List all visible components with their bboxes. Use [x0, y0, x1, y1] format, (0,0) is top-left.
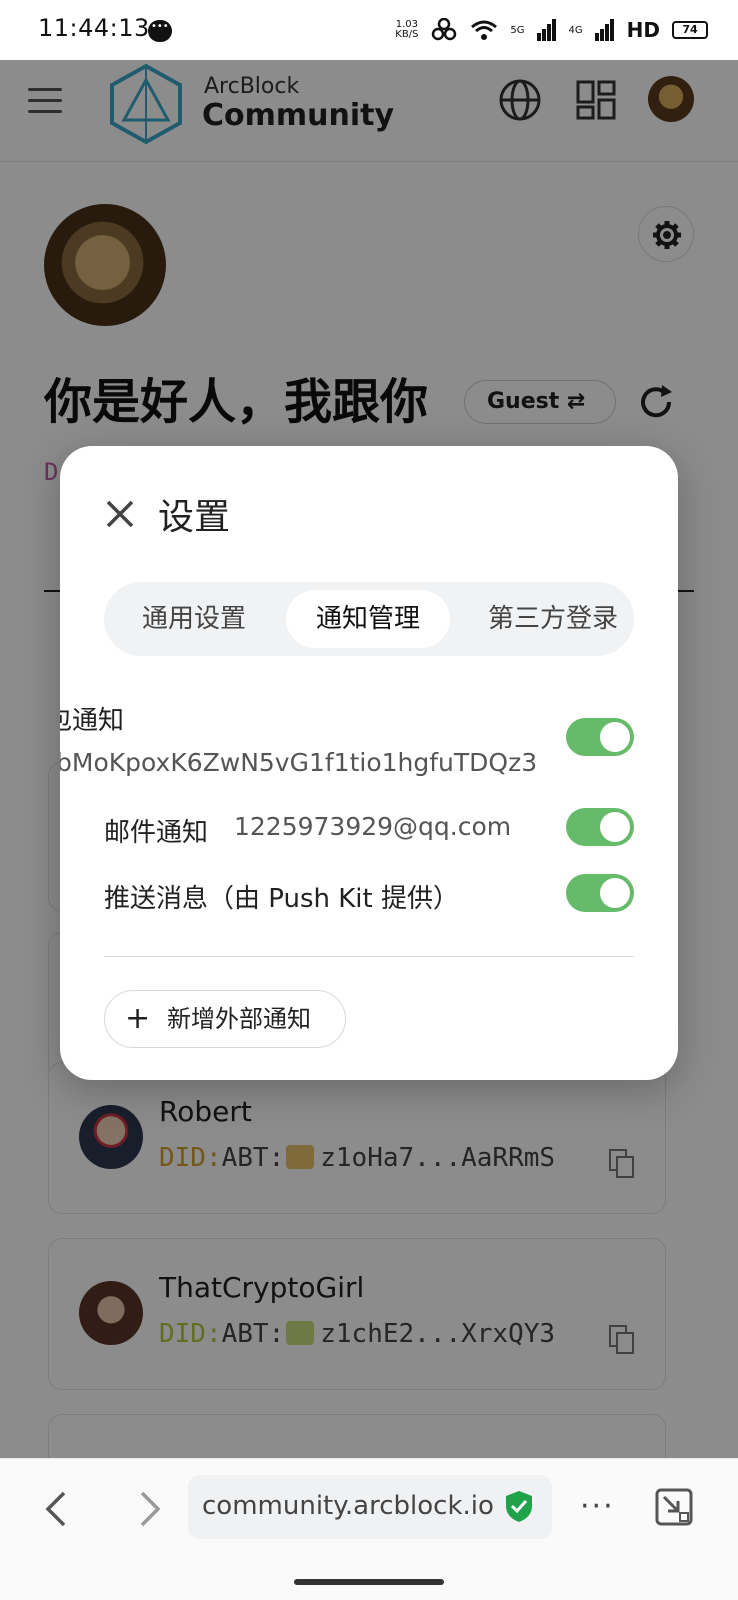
tab-general[interactable]: 通用设置 — [142, 582, 246, 656]
wallet-notification-toggle[interactable] — [566, 718, 634, 756]
signal-5g-label: 5G — [510, 24, 525, 36]
tab-notifications[interactable]: 通知管理 — [286, 590, 451, 648]
address-bar[interactable]: community.arcblock.io — [188, 1475, 552, 1539]
signal-bars-icon-2 — [594, 19, 614, 41]
hd-label: HD — [626, 18, 660, 42]
email-notification-label: 邮件通知 — [104, 818, 209, 848]
push-notification-toggle[interactable] — [566, 874, 634, 912]
more-options-icon[interactable]: ··· — [580, 1489, 615, 1524]
wallet-address: bMoKpoxK6ZwN5vG1f1tio1hgfuTDQz3 — [60, 748, 538, 777]
email-address: 1225973929@qq.com — [234, 812, 512, 841]
back-icon[interactable] — [42, 1489, 72, 1529]
push-notification-label: 推送消息（由 Push Kit 提供） — [104, 884, 459, 914]
divider — [104, 956, 634, 957]
add-external-notification-button[interactable]: + 新增外部通知 — [104, 990, 346, 1048]
hotspot-icon — [432, 18, 457, 41]
signal-4g-label: 4G — [568, 24, 583, 36]
settings-tabs: 通用设置 通知管理 第三方登录 — [104, 582, 634, 656]
minimize-window-icon[interactable] — [654, 1487, 694, 1527]
battery-icon: 74 — [672, 21, 708, 39]
status-time: 11:44:13 — [38, 14, 150, 42]
plus-icon: + — [125, 1001, 151, 1036]
wifi-icon — [471, 20, 498, 40]
home-indicator — [294, 1579, 444, 1585]
tab-third-party-login[interactable]: 第三方登录 — [488, 582, 618, 656]
wallet-notification-label: 包通知 — [60, 706, 125, 736]
chat-notification-icon — [148, 20, 172, 42]
signal-bars-icon — [536, 19, 556, 41]
close-icon[interactable] — [102, 496, 138, 532]
browser-toolbar: community.arcblock.io ··· — [0, 1458, 738, 1600]
add-button-label: 新增外部通知 — [167, 1005, 311, 1033]
email-notification-toggle[interactable] — [566, 808, 634, 846]
settings-dialog: 设置 通用设置 通知管理 第三方登录 包通知 bMoKpoxK6ZwN5vG1f… — [60, 446, 678, 1080]
dialog-title: 设置 — [158, 497, 231, 538]
forward-icon[interactable] — [134, 1489, 164, 1529]
status-bar: 11:44:13 1.03 KB/S 5G 4G HD 74 — [0, 0, 738, 60]
url-text: community.arcblock.io — [202, 1491, 494, 1521]
network-speed: 1.03 KB/S — [395, 20, 418, 40]
secure-shield-icon — [506, 1491, 532, 1522]
network-speed-unit: KB/S — [395, 29, 419, 40]
